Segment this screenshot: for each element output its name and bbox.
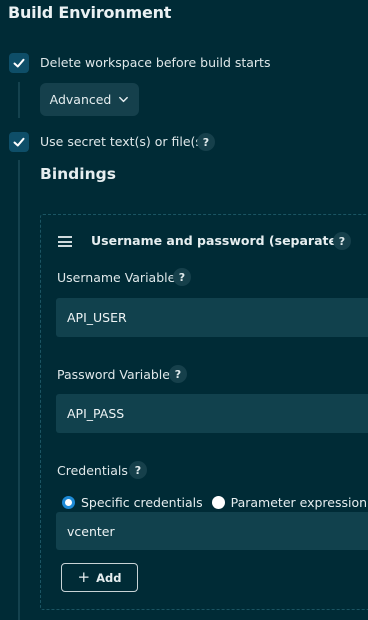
add-binding-button[interactable]: + Add	[61, 563, 138, 592]
password-variable-label: Password Variable	[57, 367, 170, 382]
binding-title: Username and password (separated)	[91, 233, 352, 248]
help-icon[interactable]: ?	[173, 268, 191, 286]
username-variable-label: Username Variable	[57, 270, 176, 285]
delete-workspace-checkbox[interactable]	[9, 53, 29, 73]
indent-guide	[18, 160, 20, 620]
delete-workspace-label: Delete workspace before build starts	[40, 55, 271, 70]
radio-specific-credentials[interactable]	[62, 496, 75, 509]
credentials-label: Credentials	[57, 463, 128, 478]
password-variable-input[interactable]	[56, 394, 368, 433]
section-title: Build Environment	[8, 3, 172, 22]
credentials-select[interactable]: vcenter	[56, 512, 368, 550]
use-secret-checkbox[interactable]	[9, 132, 29, 152]
advanced-label: Advanced	[49, 92, 112, 107]
advanced-button[interactable]: Advanced	[40, 83, 139, 116]
help-icon[interactable]: ?	[333, 232, 351, 250]
radio-specific-credentials-label[interactable]: Specific credentials	[81, 495, 203, 510]
drag-handle-icon[interactable]	[58, 236, 72, 247]
plus-icon: +	[77, 568, 91, 586]
help-icon[interactable]: ?	[129, 461, 147, 479]
use-secret-label: Use secret text(s) or file(s)	[40, 134, 207, 149]
help-icon[interactable]: ?	[169, 365, 187, 383]
checkmark-icon	[13, 58, 25, 68]
radio-parameter-expression[interactable]	[211, 496, 225, 509]
username-variable-input[interactable]	[56, 298, 368, 337]
radio-parameter-expression-label[interactable]: Parameter expression	[231, 495, 367, 510]
chevron-down-icon	[119, 96, 129, 103]
indent-guide	[18, 82, 20, 118]
bindings-title: Bindings	[40, 165, 116, 183]
checkmark-icon	[13, 137, 25, 147]
credentials-mode-group: Specific credentials Parameter expressio…	[62, 495, 367, 510]
add-binding-label: Add	[96, 570, 122, 585]
help-icon[interactable]: ?	[197, 133, 215, 151]
credentials-selected-value: vcenter	[67, 523, 115, 539]
